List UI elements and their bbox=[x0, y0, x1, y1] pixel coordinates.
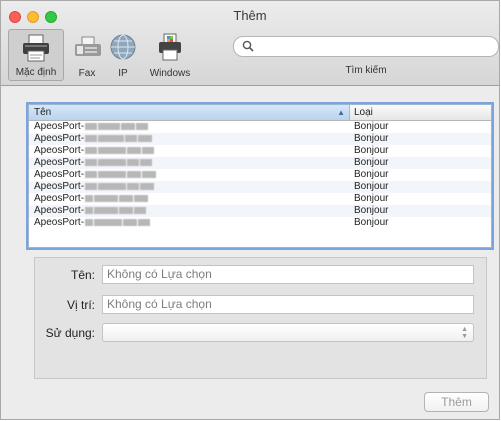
search-label: Tìm kiếm bbox=[345, 65, 387, 76]
printer-type: Bonjour bbox=[354, 133, 389, 144]
search-field[interactable] bbox=[233, 36, 499, 57]
printer-name: ApeosPort- bbox=[34, 121, 149, 133]
printer-type: Bonjour bbox=[354, 217, 389, 228]
printer-name: ApeosPort- bbox=[34, 181, 155, 193]
toolbar-windows-label: Windows bbox=[149, 68, 191, 79]
name-label: Tên: bbox=[70, 268, 95, 282]
window-title: Thêm bbox=[233, 8, 267, 23]
table-row[interactable]: ApeosPort- Bonjour bbox=[29, 217, 491, 229]
updown-arrows-icon: ▲ ▼ bbox=[461, 326, 468, 340]
column-header-type[interactable]: Loại bbox=[350, 105, 491, 120]
add-printer-window: Thêm Mặc định Fax IP Windows Tìm kiếm Tê… bbox=[0, 0, 500, 420]
search-input[interactable] bbox=[258, 38, 492, 57]
search-icon bbox=[242, 40, 254, 55]
use-select[interactable]: ▲ ▼ bbox=[102, 323, 474, 342]
printer-type: Bonjour bbox=[354, 157, 389, 168]
table-row[interactable]: ApeosPort- Bonjour bbox=[29, 145, 491, 157]
table-row[interactable]: ApeosPort- Bonjour bbox=[29, 133, 491, 145]
printer-type: Bonjour bbox=[354, 121, 389, 132]
toolbar-default-label: Mặc định bbox=[15, 67, 57, 78]
toolbar-ip-label: IP bbox=[118, 68, 128, 79]
printer-name: ApeosPort- bbox=[34, 157, 153, 169]
table-row[interactable]: ApeosPort- Bonjour bbox=[29, 169, 491, 181]
printer-details-panel: Tên: Không có Lựa chọn Vị trí: Không có … bbox=[34, 257, 487, 379]
printer-name: ApeosPort- bbox=[34, 217, 151, 229]
table-row[interactable]: ApeosPort- Bonjour bbox=[29, 121, 491, 133]
printer-name: ApeosPort- bbox=[34, 193, 149, 205]
title-bar: Thêm Mặc định Fax IP Windows Tìm kiếm bbox=[1, 1, 499, 86]
sort-ascending-icon: ▲ bbox=[337, 108, 345, 117]
use-label: Sử dụng: bbox=[45, 326, 95, 340]
printer-type: Bonjour bbox=[354, 145, 389, 156]
printer-name: ApeosPort- bbox=[34, 205, 147, 217]
printer-icon bbox=[21, 34, 51, 65]
printer-name: ApeosPort- bbox=[34, 133, 153, 145]
printer-name: ApeosPort- bbox=[34, 145, 155, 157]
toolbar-default-button[interactable]: Mặc định bbox=[8, 29, 64, 81]
printer-list-table[interactable]: Tên ▲ Loại ApeosPort- Bonjour ApeosPort- B… bbox=[28, 104, 492, 248]
add-button[interactable]: Thêm bbox=[424, 392, 489, 412]
toolbar-fax-button[interactable]: Fax bbox=[69, 29, 105, 81]
globe-icon bbox=[109, 33, 137, 64]
table-rows: ApeosPort- Bonjour ApeosPort- Bonjour Apeo… bbox=[29, 121, 491, 229]
location-label: Vị trí: bbox=[66, 298, 95, 312]
table-row[interactable]: ApeosPort- Bonjour bbox=[29, 193, 491, 205]
table-row[interactable]: ApeosPort- Bonjour bbox=[29, 157, 491, 169]
printer-type: Bonjour bbox=[354, 205, 389, 216]
toolbar-windows-button[interactable]: Windows bbox=[141, 29, 199, 81]
location-field[interactable]: Không có Lựa chọn bbox=[102, 295, 474, 314]
toolbar-ip-button[interactable]: IP bbox=[105, 29, 141, 81]
table-row[interactable]: ApeosPort- Bonjour bbox=[29, 205, 491, 217]
windows-printer-icon bbox=[156, 33, 184, 64]
printer-name: ApeosPort- bbox=[34, 169, 157, 181]
toolbar-fax-label: Fax bbox=[78, 68, 96, 79]
table-row[interactable]: ApeosPort- Bonjour bbox=[29, 181, 491, 193]
fax-icon bbox=[72, 33, 102, 64]
printer-type: Bonjour bbox=[354, 169, 389, 180]
column-header-name[interactable]: Tên ▲ bbox=[29, 105, 350, 120]
name-field[interactable]: Không có Lựa chọn bbox=[102, 265, 474, 284]
printer-type: Bonjour bbox=[354, 181, 389, 192]
printer-type: Bonjour bbox=[354, 193, 389, 204]
table-header: Tên ▲ Loại bbox=[29, 105, 491, 121]
